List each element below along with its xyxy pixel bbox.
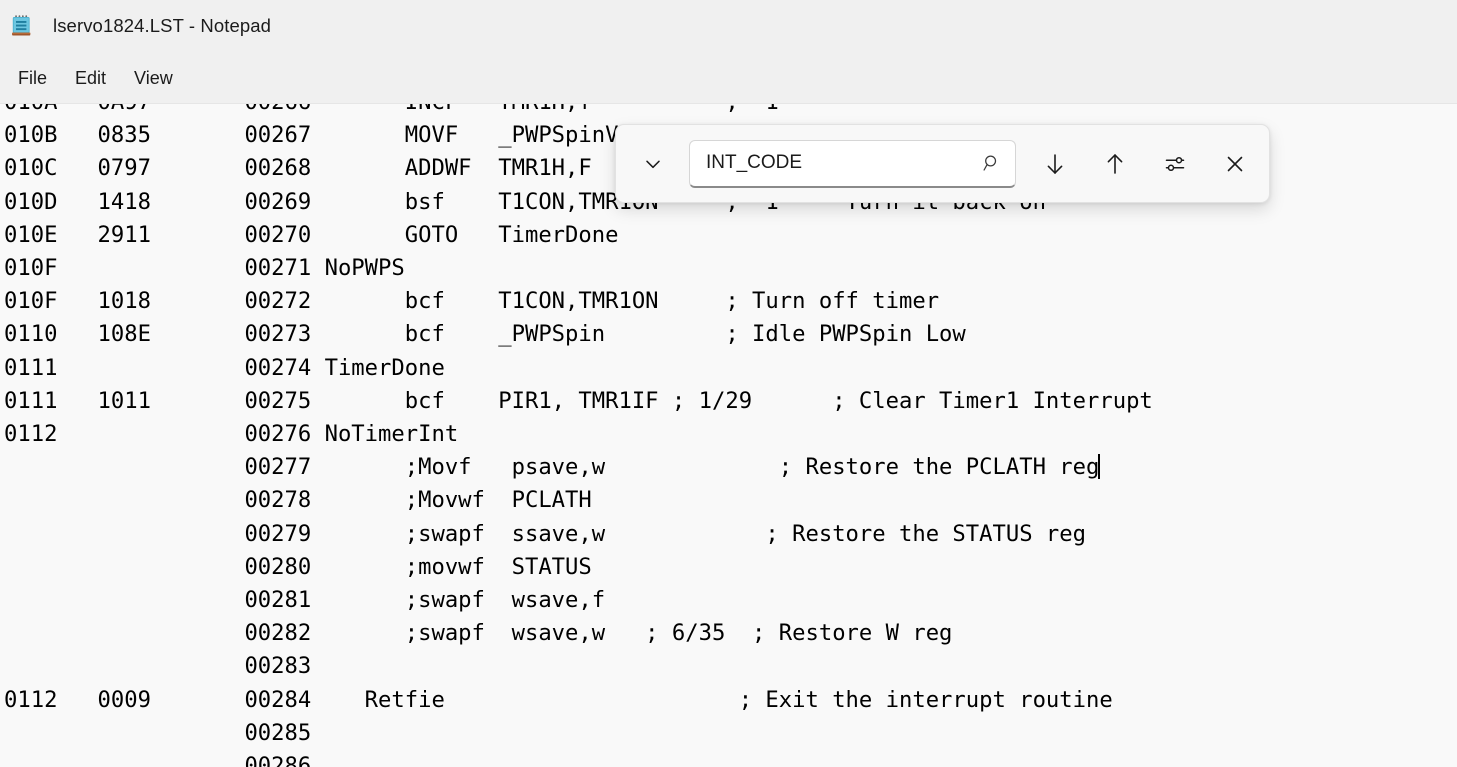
magnifier-icon[interactable]: [977, 148, 1007, 178]
document-text[interactable]: 010A 0A97 00266 INCF TMR1H,f ; 1 010B 08…: [4, 104, 1153, 767]
chevron-down-icon[interactable]: [630, 141, 676, 187]
menu-bar: File Edit View: [0, 52, 1457, 104]
find-bar: [615, 124, 1270, 203]
menu-item-file[interactable]: File: [4, 63, 61, 94]
window-header: lservo1824.LST - Notepad File Edit View: [0, 0, 1457, 104]
find-next-button[interactable]: [1032, 141, 1078, 187]
text-editor-area[interactable]: 010A 0A97 00266 INCF TMR1H,f ; 1 010B 08…: [0, 104, 1457, 767]
title-bar: lservo1824.LST - Notepad: [0, 0, 1457, 52]
menu-item-view[interactable]: View: [120, 63, 187, 94]
notepad-window: lservo1824.LST - Notepad File Edit View …: [0, 0, 1457, 767]
find-options-icon[interactable]: [1152, 141, 1198, 187]
window-title: lservo1824.LST - Notepad: [53, 15, 271, 37]
menu-item-edit[interactable]: Edit: [61, 63, 120, 94]
close-icon[interactable]: [1212, 141, 1258, 187]
notepad-icon: [9, 13, 35, 39]
text-caret: [1098, 454, 1100, 479]
find-input[interactable]: [706, 148, 961, 178]
find-input-container[interactable]: [689, 140, 1016, 188]
find-previous-button[interactable]: [1092, 141, 1138, 187]
